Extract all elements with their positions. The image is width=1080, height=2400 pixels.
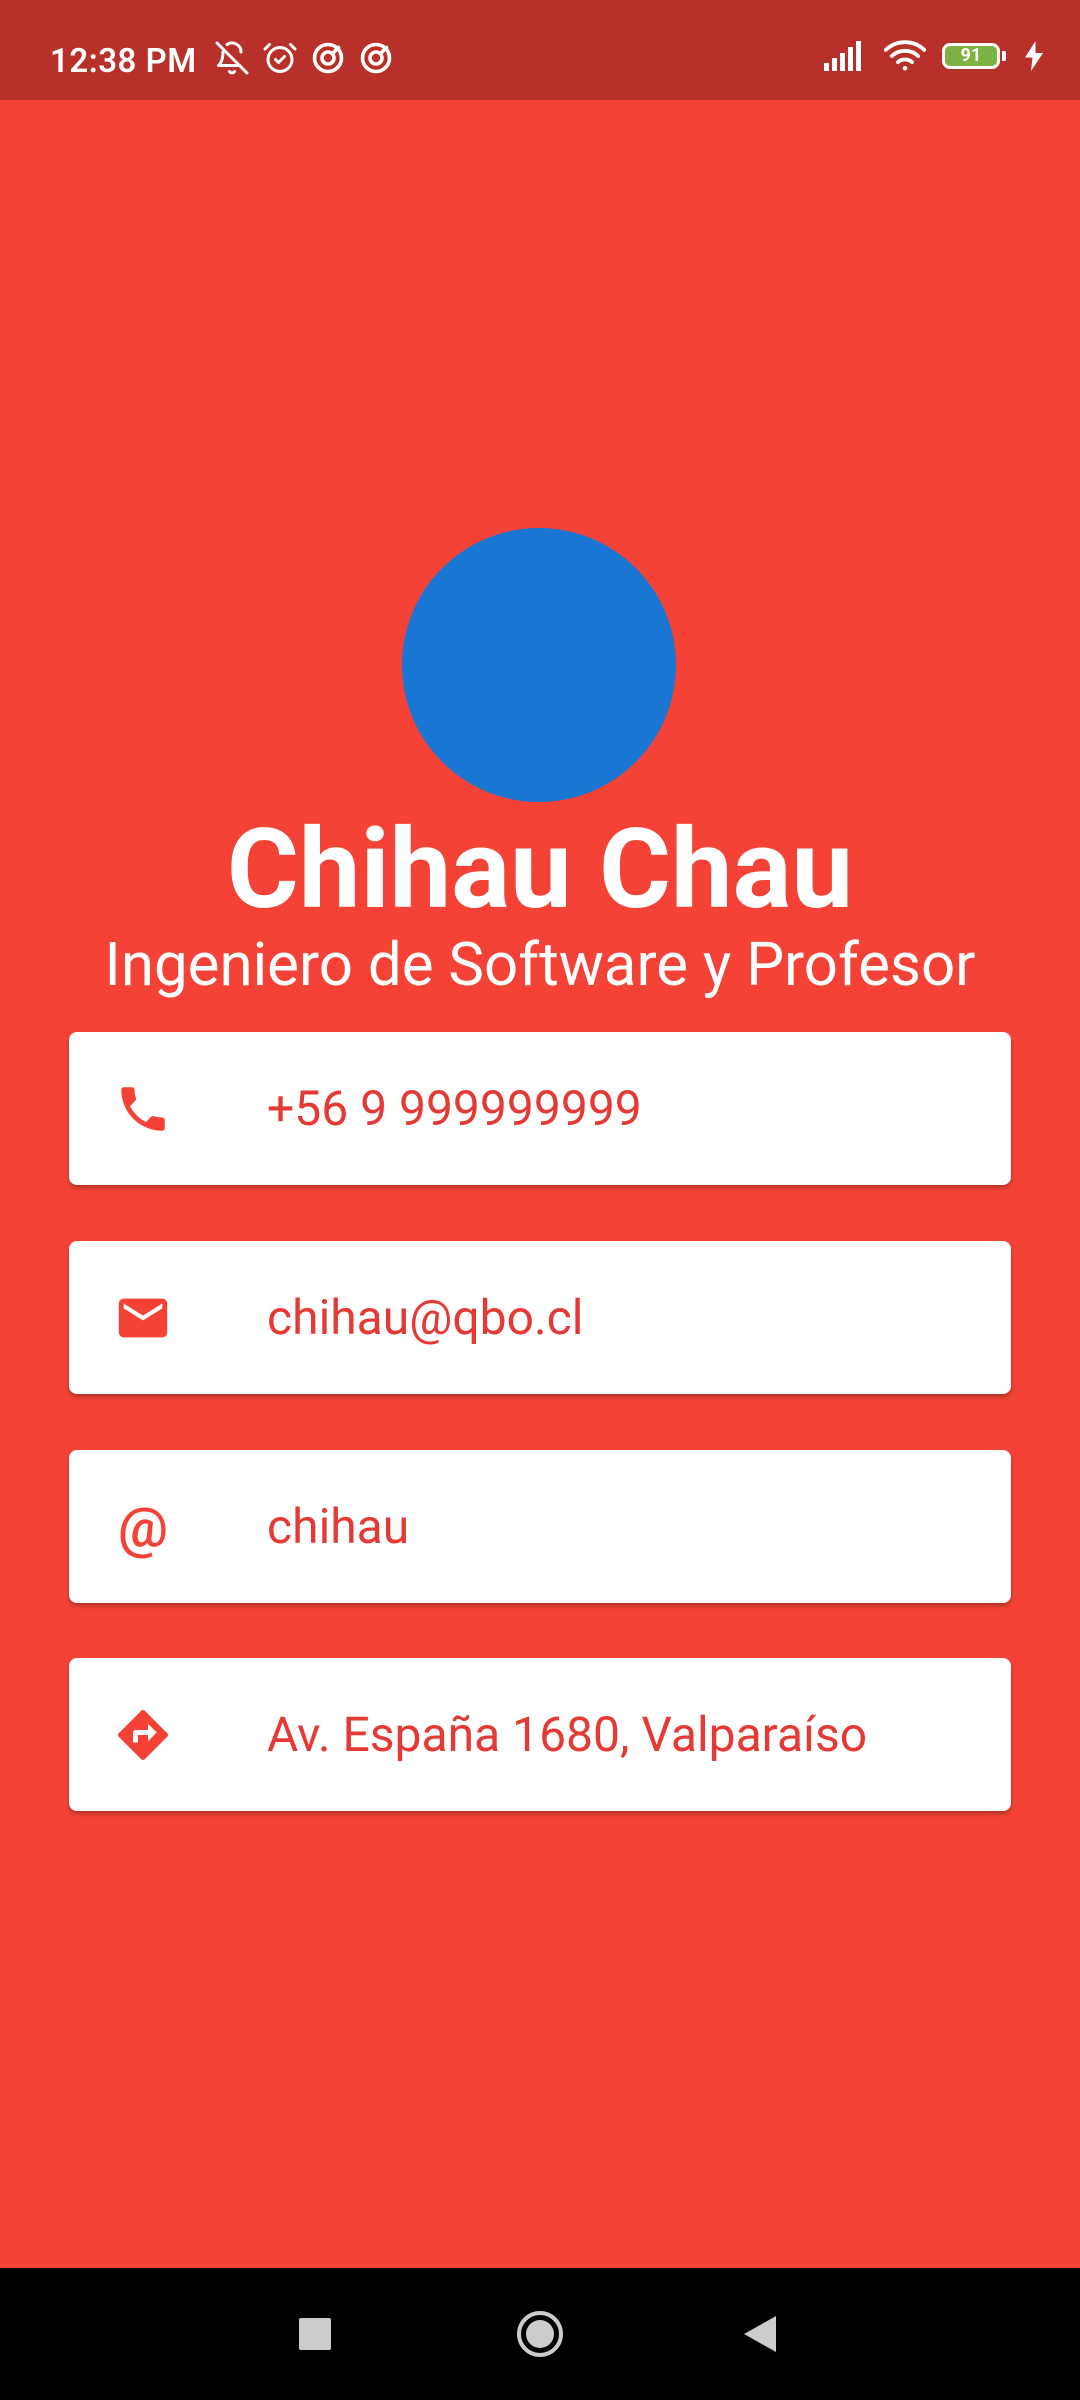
email-icon: [113, 1288, 173, 1348]
phone-text: +56 9 999999999: [267, 1080, 642, 1137]
recents-button[interactable]: [255, 2268, 375, 2400]
address-text: Av. España 1680, Valparaíso: [267, 1706, 868, 1763]
address-card[interactable]: Av. España 1680, Valparaíso: [69, 1658, 1011, 1811]
email-card[interactable]: chihau@qbo.cl: [69, 1241, 1011, 1394]
status-left-icons: [214, 40, 394, 76]
alarm-icon: [262, 40, 298, 76]
email-text: chihau@qbo.cl: [267, 1289, 584, 1346]
phone-icon: [113, 1079, 173, 1139]
notifications-off-icon: [214, 40, 250, 76]
status-right-icons: 91: [824, 40, 1044, 72]
navigation-bar: [0, 2268, 1080, 2400]
charging-icon: [1024, 41, 1044, 71]
battery-level: 91: [960, 45, 982, 66]
username-text: chihau: [267, 1498, 410, 1555]
back-triangle-icon: [744, 2316, 776, 2352]
avatar: [402, 528, 676, 802]
battery-icon: 91: [942, 42, 1008, 70]
circle-icon: [517, 2311, 563, 2357]
wifi-icon: [884, 40, 926, 72]
phone-card[interactable]: +56 9 999999999: [69, 1032, 1011, 1185]
sync-icon: [358, 40, 394, 76]
directions-icon: [113, 1705, 173, 1765]
back-button[interactable]: [700, 2268, 820, 2400]
signal-icon: [824, 41, 868, 71]
profile-name: Chihau Chau: [226, 805, 854, 934]
at-icon: @: [117, 1493, 169, 1560]
username-card[interactable]: @ chihau: [69, 1450, 1011, 1603]
home-button[interactable]: [480, 2268, 600, 2400]
profile-subtitle: Ingeniero de Software y Profesor: [104, 929, 976, 1000]
status-bar: 12:38 PM 91: [0, 0, 1080, 100]
sync-icon: [310, 40, 346, 76]
status-time: 12:38 PM: [50, 42, 197, 81]
square-icon: [299, 2318, 331, 2350]
